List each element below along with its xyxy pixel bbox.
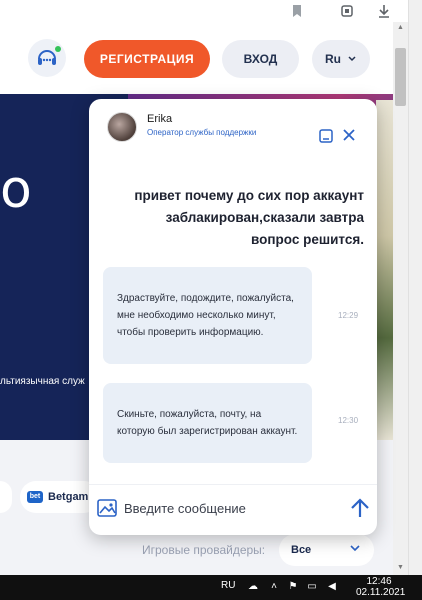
scroll-up-arrow[interactable]: ▲ [393,22,408,34]
taskbar-language[interactable]: RU [221,580,235,591]
betgames-logo: bet [27,491,43,503]
composer-divider [89,484,377,485]
hero-caption: льтиязычная служ [0,376,85,387]
image-attach-icon[interactable] [96,497,118,519]
send-arrow-icon[interactable] [348,496,372,520]
provider-filter-value: Все [291,544,312,556]
register-button[interactable]: РЕГИСТРАЦИЯ [84,40,210,78]
taskbar-time: 12:46 [366,576,392,587]
agent-message: Скиньте, пожалуйста, почту, на которую б… [103,383,312,463]
extensions-icon[interactable] [339,3,355,19]
message-time: 12:29 [338,311,359,320]
close-icon[interactable] [340,126,358,144]
agent-message: Здраствуйте, подождите, пожалуйста, мне … [103,267,312,364]
support-button[interactable] [28,39,66,77]
scroll-down-arrow[interactable]: ▼ [393,562,408,574]
weather-icon[interactable]: ☁ [247,581,259,593]
volume-icon[interactable]: ◀ [326,581,338,593]
provider-chip-betgames[interactable]: bet Betgam [20,481,100,513]
message-time: 12:30 [338,416,359,425]
chevron-down-icon [350,545,360,552]
flag-icon[interactable]: ⚑ [287,581,299,593]
provider-filter-label: Игровые провайдеры: [142,543,266,557]
user-message: привет почему до сих пор аккаунт заблаки… [134,188,364,247]
window-edge [408,0,422,575]
hero-heading: о [0,160,32,220]
minimize-icon[interactable] [318,128,334,144]
chevron-up-icon[interactable]: ˄ [268,581,280,593]
headset-icon [38,50,56,65]
agent-message-text: Скиньте, пожалуйста, почту, на которую б… [117,409,298,437]
download-icon[interactable] [376,3,392,19]
agent-role: Оператор службы поддержки [147,128,257,137]
agent-name: Erika [147,113,173,125]
scrollbar-thumb[interactable] [395,48,406,106]
provider-name: Betgam [48,491,89,503]
language-select[interactable]: Ru [312,40,370,78]
taskbar-clock[interactable]: 12:46 02.11.2021 [356,576,406,598]
bookmark-icon[interactable] [289,3,305,19]
chevron-down-icon [348,56,356,62]
online-indicator [55,46,61,52]
login-button[interactable]: ВХОД [222,40,299,78]
avatar [107,112,137,142]
taskbar-date: 02.11.2021 [356,587,406,598]
hero-decoration [376,100,393,440]
language-label: Ru [325,52,341,66]
network-icon[interactable]: ▭ [306,581,318,593]
agent-message-text: Здраствуйте, подождите, пожалуйста, мне … [117,293,294,338]
message-input[interactable] [124,498,329,518]
